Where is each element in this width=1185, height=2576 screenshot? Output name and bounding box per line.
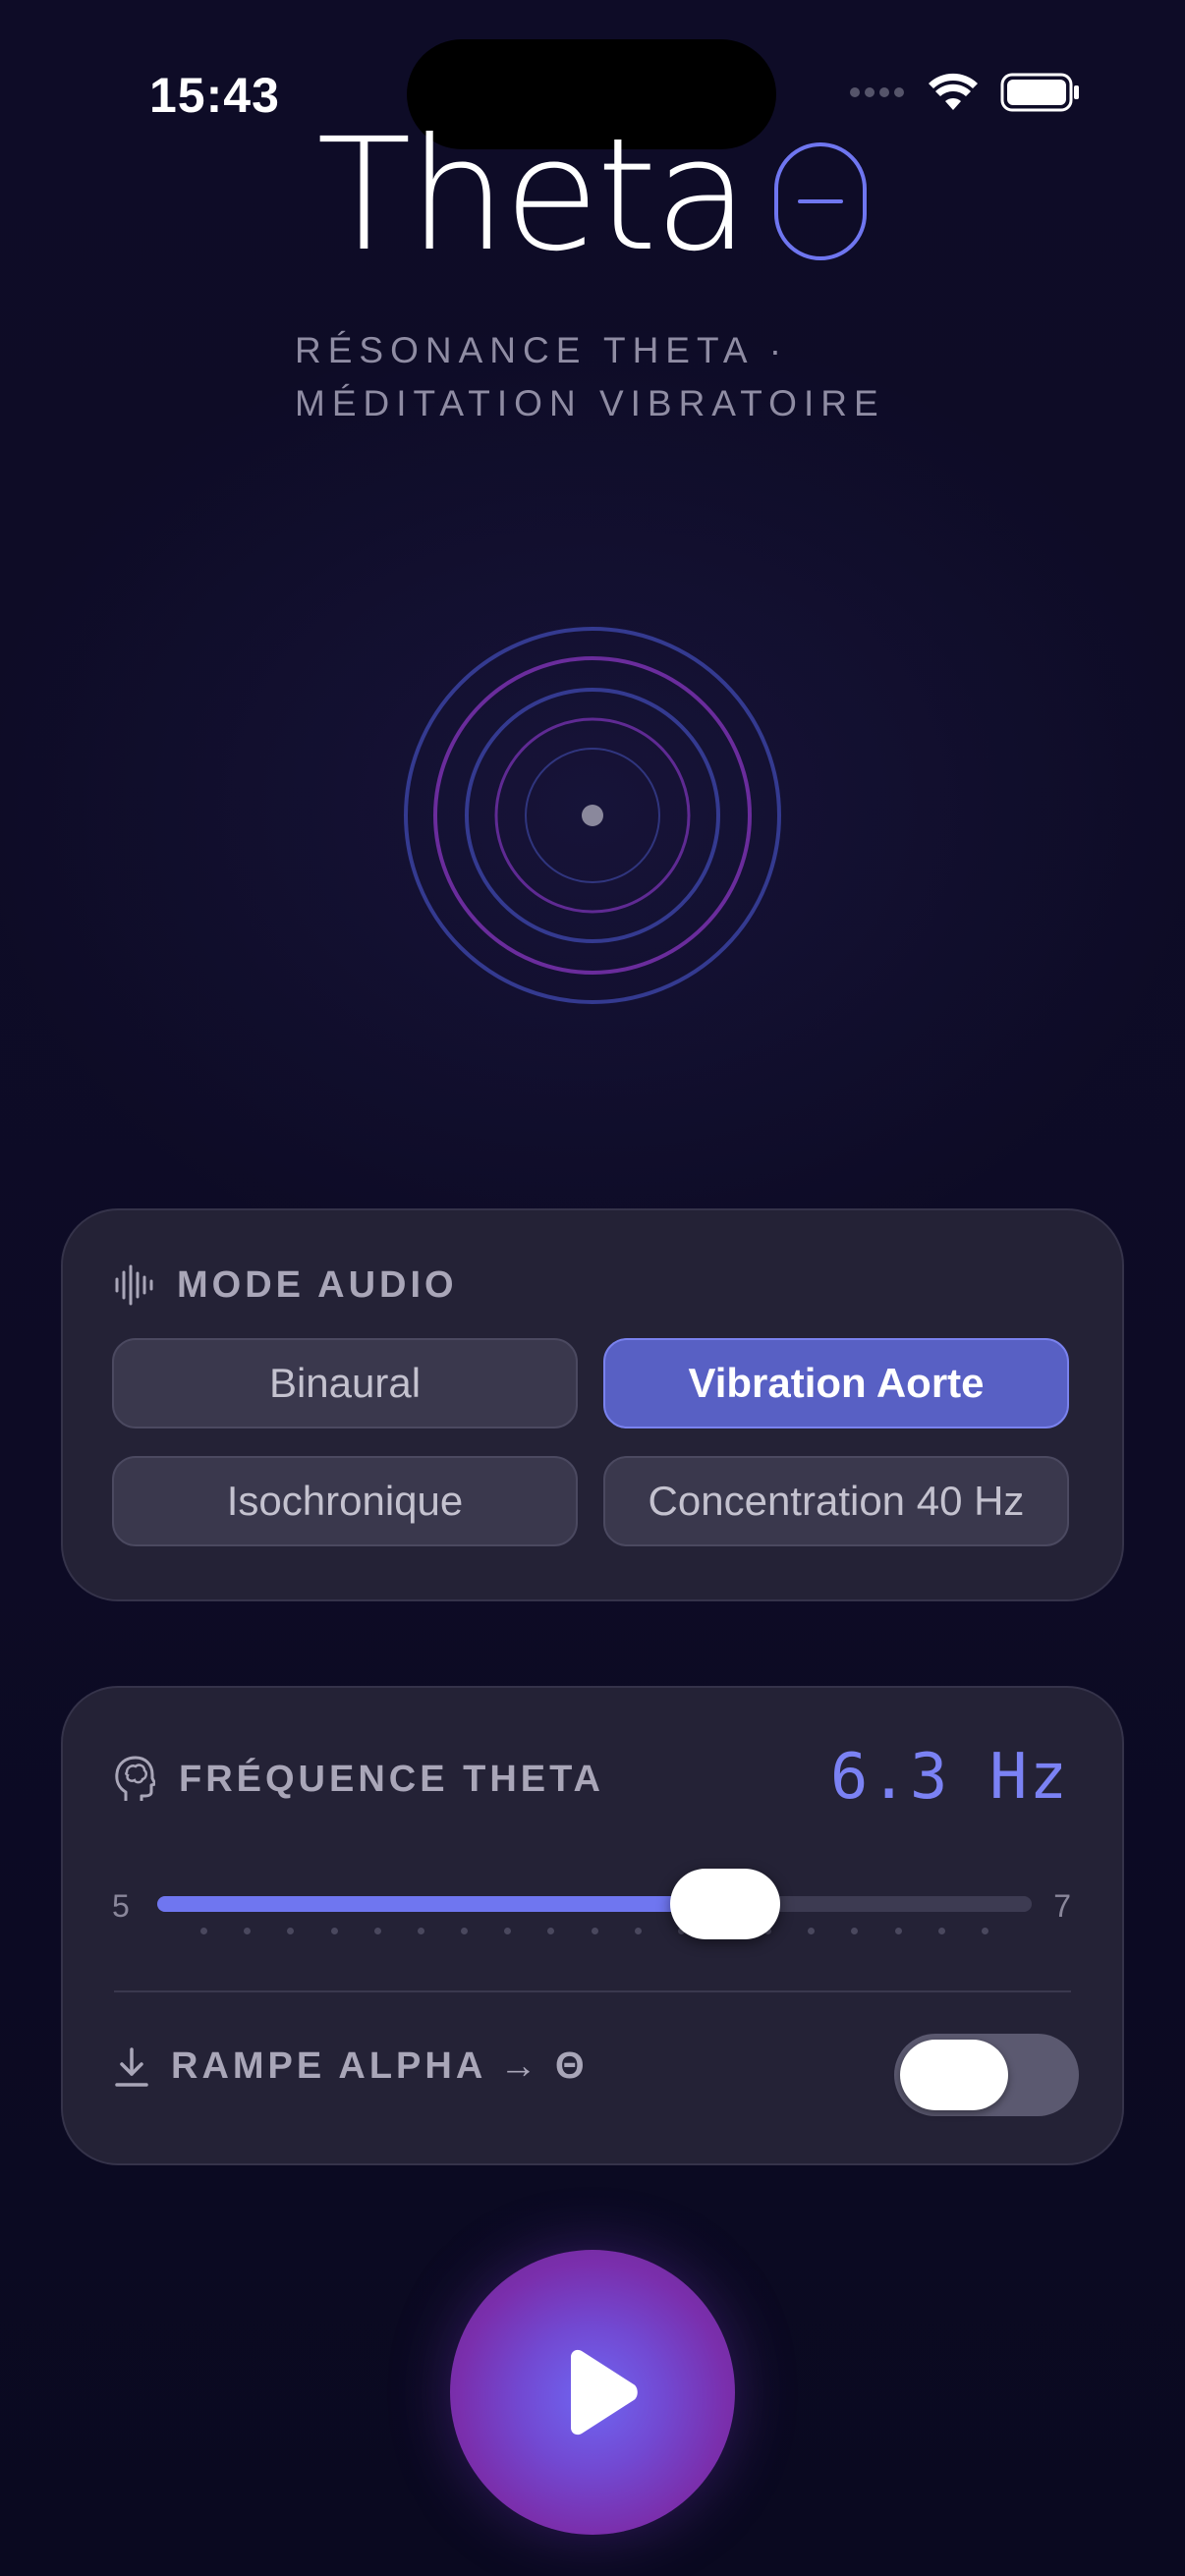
mode-button-isochronique[interactable]: Isochronique	[112, 1456, 578, 1546]
cellular-signal-icon	[850, 87, 904, 97]
play-icon	[571, 2349, 638, 2436]
subtitle: RÉSONANCE THETA · MÉDITATION VIBRATOIRE	[295, 324, 885, 430]
frequency-slider-thumb[interactable]	[670, 1869, 780, 1939]
slider-tick	[374, 1928, 381, 1934]
slider-tick	[851, 1928, 858, 1934]
brain-head-icon	[115, 1756, 155, 1801]
download-arrow-icon	[115, 2046, 148, 2087]
frequency-header: FRÉQUENCE THETA	[114, 1755, 604, 1804]
slider-tick	[808, 1928, 815, 1934]
mode-audio-card: MODE AUDIO Binaural Vibration Aorte Isoc…	[61, 1208, 1124, 1601]
slider-min-label: 5	[112, 1888, 130, 1924]
status-icons	[849, 73, 1081, 112]
ramp-toggle[interactable]	[894, 2034, 1079, 2116]
ramp-row: RAMPE ALPHA → Θ	[114, 2045, 589, 2088]
status-time: 15:43	[149, 68, 280, 123]
mode-button-vibration-aorte[interactable]: Vibration Aorte	[603, 1338, 1069, 1428]
orb-center-dot	[582, 805, 603, 826]
frequency-slider-fill	[157, 1896, 725, 1912]
frequency-value: 6.3 Hz	[829, 1741, 1069, 1814]
frequency-slider-track[interactable]	[157, 1896, 1032, 1912]
subtitle-line-2: MÉDITATION VIBRATOIRE	[295, 383, 885, 423]
subtitle-line-1: RÉSONANCE THETA ·	[295, 330, 789, 370]
slider-tick	[461, 1928, 468, 1934]
mode-audio-header: MODE AUDIO	[114, 1263, 458, 1307]
slider-tick	[895, 1928, 902, 1934]
card-divider	[114, 1990, 1071, 1992]
slider-ticks	[157, 1928, 1032, 1935]
slider-tick	[635, 1928, 642, 1934]
slider-max-label: 7	[1053, 1888, 1071, 1924]
slider-tick	[982, 1928, 988, 1934]
mode-audio-label: MODE AUDIO	[177, 1263, 458, 1306]
ramp-label: RAMPE ALPHA → Θ	[171, 2045, 589, 2087]
slider-tick	[418, 1928, 424, 1934]
slider-tick	[244, 1928, 251, 1934]
slider-tick	[200, 1928, 207, 1934]
slider-tick	[938, 1928, 945, 1934]
mode-button-concentration-40hz[interactable]: Concentration 40 Hz	[603, 1456, 1069, 1546]
slider-tick	[287, 1928, 294, 1934]
slider-tick	[547, 1928, 554, 1934]
frequency-card: FRÉQUENCE THETA 6.3 Hz 5 7 RAMPE ALPHA →…	[61, 1686, 1124, 2165]
slider-tick	[331, 1928, 338, 1934]
frequency-label: FRÉQUENCE THETA	[179, 1758, 604, 1800]
wifi-icon	[929, 73, 978, 110]
title-row: Theta	[0, 118, 1185, 273]
slider-tick	[592, 1928, 598, 1934]
theta-symbol-icon	[773, 142, 867, 260]
battery-icon	[1000, 73, 1079, 112]
resonance-orb	[404, 627, 781, 1004]
ramp-toggle-knob	[900, 2040, 1008, 2110]
slider-tick	[504, 1928, 511, 1934]
play-button[interactable]	[450, 2250, 735, 2535]
waveform-icon	[115, 1264, 153, 1306]
app-title: Theta	[316, 105, 750, 286]
mode-button-binaural[interactable]: Binaural	[112, 1338, 578, 1428]
